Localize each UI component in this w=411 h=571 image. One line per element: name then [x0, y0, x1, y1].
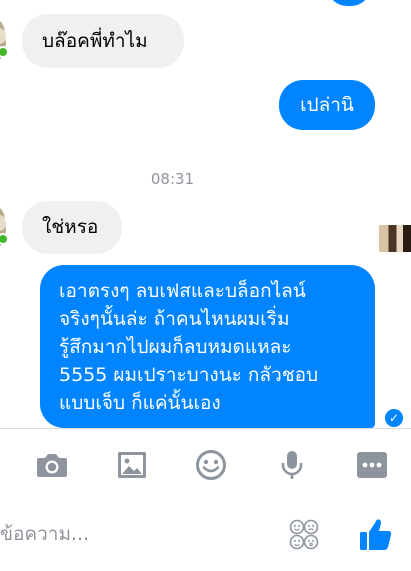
message-text: ใช่หรอ: [42, 216, 99, 238]
message-text-line: แบบเจ็บ ก็แค่นั้นเอง: [59, 392, 221, 414]
incoming-message-bubble[interactable]: บล๊อคพี่ทำไม: [22, 14, 184, 68]
outgoing-message-bubble[interactable]: เอาตรงๆ ลบเฟสและบล็อกไลน์ จริงๆนั้นล่ะ ถ…: [40, 265, 375, 428]
message-thread[interactable]: บล๊อคพี่ทำไม เปล่านิ 08:31 ใช่หรอ เอาตรง…: [0, 0, 411, 428]
microphone-icon[interactable]: [276, 449, 308, 481]
message-timestamp: 08:31: [150, 170, 195, 188]
message-text: เปล่านิ: [300, 93, 354, 116]
previous-outgoing-bubble: [327, 0, 371, 6]
contact-avatar[interactable]: [0, 20, 9, 60]
read-receipt-avatar: [379, 225, 411, 252]
online-status-dot: [0, 233, 9, 245]
composer-toolbar: [0, 429, 411, 497]
contact-avatar[interactable]: [0, 207, 9, 247]
online-status-dot: [0, 46, 9, 58]
sticker-emoji-icon[interactable]: [287, 519, 323, 551]
image-icon[interactable]: [116, 449, 148, 481]
emoji-icon[interactable]: [195, 449, 227, 481]
message-text: บล๊อคพี่ทำไม: [42, 29, 148, 52]
message-text-line: จริงๆนั้นล่ะ ถ้าคนไหนผมเริ่ม: [59, 308, 290, 330]
message-text-line: 5555 ผมเปราะบางนะ กลัวชอบ: [59, 364, 319, 386]
outgoing-message-bubble[interactable]: เปล่านิ: [279, 80, 375, 130]
camera-icon[interactable]: [36, 449, 68, 481]
message-text-line: เอาตรงๆ ลบเฟสและบล็อกไลน์: [59, 280, 306, 302]
delivered-check-icon: ✓: [385, 409, 403, 427]
incoming-message-bubble[interactable]: ใช่หรอ: [22, 201, 122, 254]
more-icon[interactable]: [356, 449, 388, 481]
like-thumbs-up-icon[interactable]: [356, 515, 396, 555]
message-text-line: รู้สึกมากไปผมก็ลบหมดแหละ: [59, 336, 292, 358]
message-composer: [0, 497, 411, 571]
message-input[interactable]: [0, 517, 270, 551]
